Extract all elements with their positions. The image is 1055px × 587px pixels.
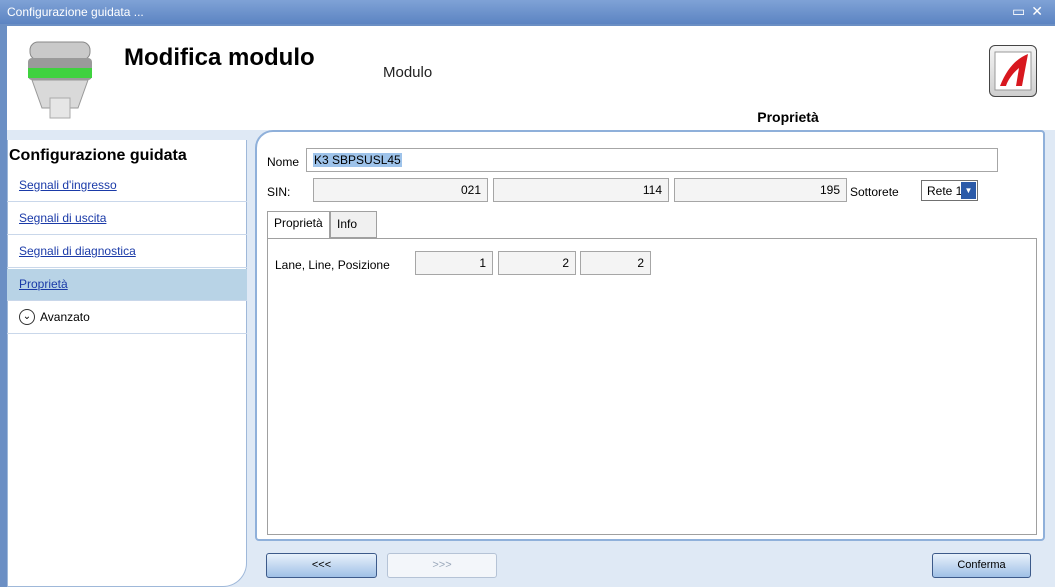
- name-label: Nome: [267, 155, 300, 169]
- confirm-button[interactable]: Conferma: [932, 553, 1031, 578]
- chevron-down-icon[interactable]: ⌄: [19, 309, 35, 325]
- subnet-select[interactable]: Rete 1 ▼: [921, 180, 978, 201]
- subnet-value: Rete 1: [927, 184, 963, 198]
- sidebar-item-label: Avanzato: [40, 310, 90, 324]
- title-bar: Configurazione guidata ... ▭✕: [0, 0, 1055, 24]
- line-field[interactable]: 2: [498, 251, 576, 275]
- sidebar-title: Configurazione guidata: [9, 147, 187, 164]
- sidebar-item-properties[interactable]: Proprietà: [7, 269, 247, 301]
- sidebar-item-output-signals[interactable]: Segnali di uscita: [7, 203, 247, 235]
- sidebar-item-label[interactable]: Segnali d'ingresso: [19, 178, 117, 192]
- window-title: Configurazione guidata ...: [7, 5, 144, 19]
- sidebar-item-label[interactable]: Segnali di diagnostica: [19, 244, 136, 258]
- position-label: Lane, Line, Posizione: [275, 258, 390, 272]
- back-button[interactable]: <<<: [266, 553, 377, 578]
- sin-field-1[interactable]: 021: [313, 178, 488, 202]
- page-subtitle: Modulo: [383, 64, 433, 81]
- sidebar-item-diagnostic-signals[interactable]: Segnali di diagnostica: [7, 236, 247, 268]
- subnet-label: Sottorete: [850, 185, 899, 199]
- name-value: K3 SBPSUSL45: [313, 153, 402, 167]
- sidebar-item-label[interactable]: Segnali di uscita: [19, 211, 106, 225]
- tab-info[interactable]: Info: [330, 211, 377, 238]
- page-title: Modifica modulo: [124, 44, 315, 71]
- sin-field-3[interactable]: 195: [674, 178, 847, 202]
- module-image-icon: [28, 41, 92, 119]
- window-controls[interactable]: ▭✕: [1012, 3, 1049, 20]
- sidebar-item-advanced[interactable]: ⌄ Avanzato: [7, 302, 247, 334]
- name-field[interactable]: K3 SBPSUSL45: [306, 148, 998, 172]
- sidebar-item-label[interactable]: Proprietà: [19, 277, 68, 291]
- sin-label: SIN:: [267, 185, 291, 199]
- next-button[interactable]: >>>: [387, 553, 497, 578]
- sin-field-2[interactable]: 114: [493, 178, 669, 202]
- properties-header-tab: Proprietà: [608, 105, 968, 130]
- app-logo-icon: [989, 45, 1037, 97]
- lane-field[interactable]: 1: [415, 251, 493, 275]
- tab-properties[interactable]: Proprietà: [267, 211, 330, 239]
- tab-panel: [267, 238, 1037, 535]
- dropdown-arrow-icon[interactable]: ▼: [961, 182, 976, 199]
- position-field[interactable]: 2: [580, 251, 651, 275]
- sidebar-item-input-signals[interactable]: Segnali d'ingresso: [7, 170, 247, 202]
